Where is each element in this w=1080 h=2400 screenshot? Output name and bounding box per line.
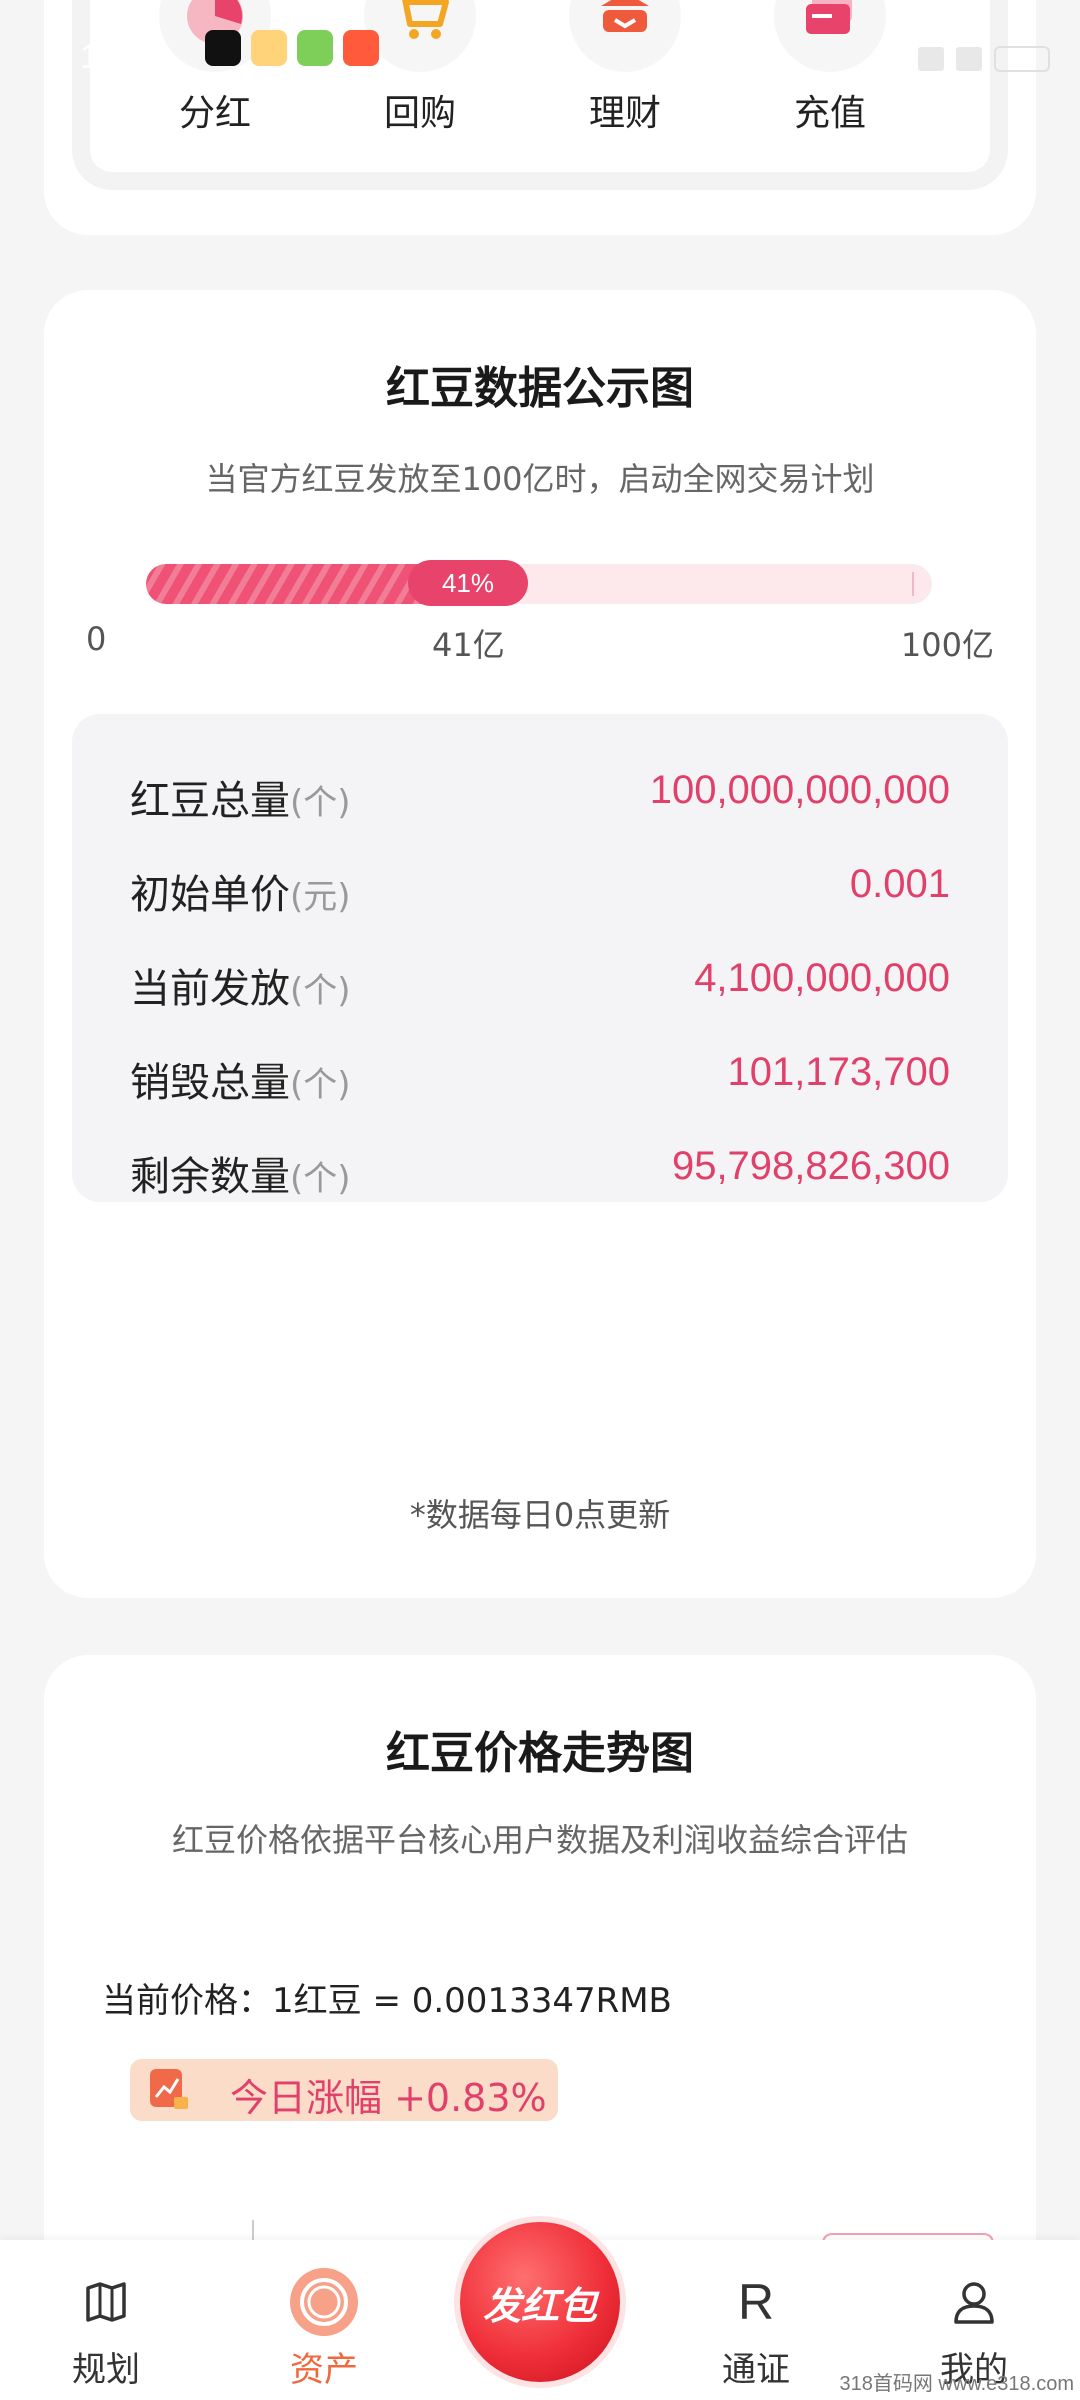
daily-change-text: 今日涨幅 +0.83% xyxy=(230,2076,547,2120)
send-red-packet-button[interactable]: 发红包 xyxy=(460,2222,620,2382)
notification-icons xyxy=(205,30,379,66)
stat-row-initial-price: 初始单价(元) 0.001 xyxy=(130,854,950,918)
nav-label-assets: 资产 xyxy=(290,2350,358,2390)
stat-row-destroyed: 销毁总量(个) 101,173,700 xyxy=(130,1042,950,1106)
update-note: *数据每日0点更新 xyxy=(409,1496,671,1534)
stat-value: 4,100,000,000 xyxy=(694,956,950,1000)
stat-unit: (个) xyxy=(290,971,351,1011)
data-card-title: 红豆数据公示图 xyxy=(386,363,694,414)
data-card: 红豆数据公示图 当官方红豆发放至100亿时，启动全网交易计划 41% 0 41亿… xyxy=(44,290,1036,1598)
stat-unit: (元) xyxy=(290,877,351,917)
stat-row-total: 红豆总量(个) 100,000,000,000 xyxy=(130,760,950,824)
scale-start-label: 0 xyxy=(86,620,107,658)
signal-icon xyxy=(956,47,982,71)
person-icon xyxy=(904,2270,1044,2334)
stat-label: 红豆总量(个) xyxy=(130,778,351,824)
coin-icon xyxy=(254,2268,394,2336)
trend-up-icon xyxy=(150,2069,188,2109)
current-price: 当前价格：1红豆 = 0.0013347RMB xyxy=(102,1981,672,2021)
stat-label: 剩余数量(个) xyxy=(130,1154,351,1200)
stat-unit: (个) xyxy=(290,1065,351,1105)
progress-end-marker xyxy=(912,572,914,596)
map-icon xyxy=(36,2270,176,2334)
stat-unit: (个) xyxy=(290,783,351,823)
stat-row-issued: 当前发放(个) 4,100,000,000 xyxy=(130,948,950,1012)
nav-label-token: 通证 xyxy=(722,2350,790,2390)
status-time: 10:35 xyxy=(80,38,166,76)
stat-value: 95,798,826,300 xyxy=(671,1144,950,1188)
nav-label-plan: 规划 xyxy=(72,2350,140,2390)
r-letter-icon: R xyxy=(737,2274,775,2330)
status-bar: 10:35 xyxy=(0,0,1080,120)
video-app-icon xyxy=(297,30,333,66)
capcut-icon xyxy=(205,30,241,66)
daily-change-badge: 今日涨幅 +0.83% xyxy=(130,2059,558,2121)
scale-current-label: 41亿 xyxy=(432,626,505,664)
scale-end-label: 100亿 xyxy=(900,626,994,664)
stat-row-remaining: 剩余数量(个) 95,798,826,300 xyxy=(130,1136,950,1200)
data-card-subtitle: 当官方红豆发放至100亿时，启动全网交易计划 xyxy=(205,460,875,498)
nav-item-token[interactable]: R 通证 xyxy=(686,2270,826,2391)
watermark: 318首码网 www.e318.com xyxy=(839,2373,1074,2395)
nav-item-plan[interactable]: 规划 xyxy=(36,2270,176,2391)
stat-value: 0.001 xyxy=(849,862,950,906)
stat-unit: (个) xyxy=(290,1159,351,1199)
progress-track xyxy=(146,564,932,604)
stat-label: 当前发放(个) xyxy=(130,966,351,1012)
stat-value: 101,173,700 xyxy=(727,1050,950,1094)
stat-value: 100,000,000,000 xyxy=(649,768,950,812)
system-icons xyxy=(918,46,1050,72)
chart-axis-stub xyxy=(252,2220,254,2240)
stats-box: 红豆总量(个) 100,000,000,000 初始单价(元) 0.001 当前… xyxy=(72,714,1008,1202)
wifi-icon xyxy=(918,47,944,71)
nav-item-assets[interactable]: 资产 xyxy=(254,2268,394,2391)
stat-label: 销毁总量(个) xyxy=(130,1060,351,1106)
progress-badge: 41% xyxy=(408,560,528,606)
price-card-subtitle: 红豆价格依据平台核心用户数据及利润收益综合评估 xyxy=(171,1821,908,1859)
shopping-app-icon xyxy=(343,30,379,66)
price-card-title: 红豆价格走势图 xyxy=(386,1728,694,1779)
app-notification-icon xyxy=(251,30,287,66)
battery-icon xyxy=(994,46,1050,72)
stat-label: 初始单价(元) xyxy=(130,872,351,918)
